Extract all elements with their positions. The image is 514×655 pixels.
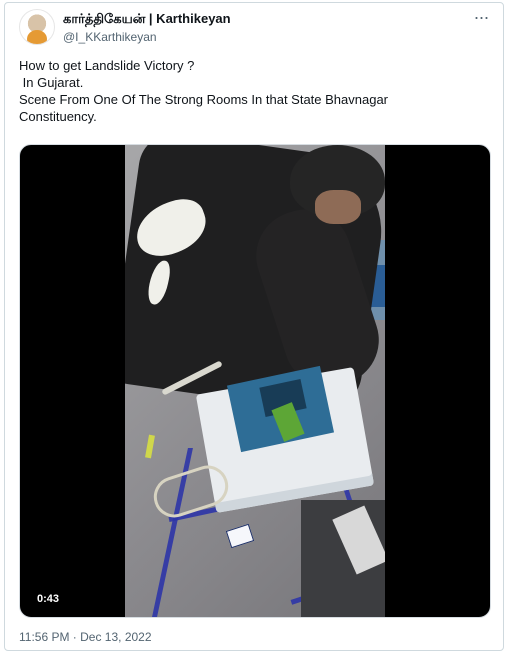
tweet-line: Scene From One Of The Strong Rooms In th…: [19, 92, 389, 107]
user-handle[interactable]: @I_KKarthikeyan: [63, 29, 157, 45]
more-icon[interactable]: ···: [472, 8, 490, 26]
tweet-text: How to get Landslide Victory ? In Gujara…: [19, 57, 489, 125]
display-name[interactable]: கார்த்திகேயன் | Karthikeyan: [63, 11, 231, 27]
machine-box: [301, 500, 385, 617]
avatar[interactable]: [19, 9, 55, 45]
tweet-line: Constituency.: [19, 109, 97, 124]
person-face: [315, 190, 361, 224]
tweet-timestamp[interactable]: 11:56 PM · Dec 13, 2022: [19, 629, 152, 645]
video-player[interactable]: 0:43: [19, 144, 491, 618]
video-duration: 0:43: [37, 593, 60, 605]
tweet-line: In Gujarat.: [19, 75, 84, 90]
video-frame[interactable]: [125, 145, 385, 617]
tweet-card: கார்த்திகேயன் | Karthikeyan @I_KKarthike…: [4, 2, 504, 651]
tweet-line: How to get Landslide Victory ?: [19, 58, 195, 73]
